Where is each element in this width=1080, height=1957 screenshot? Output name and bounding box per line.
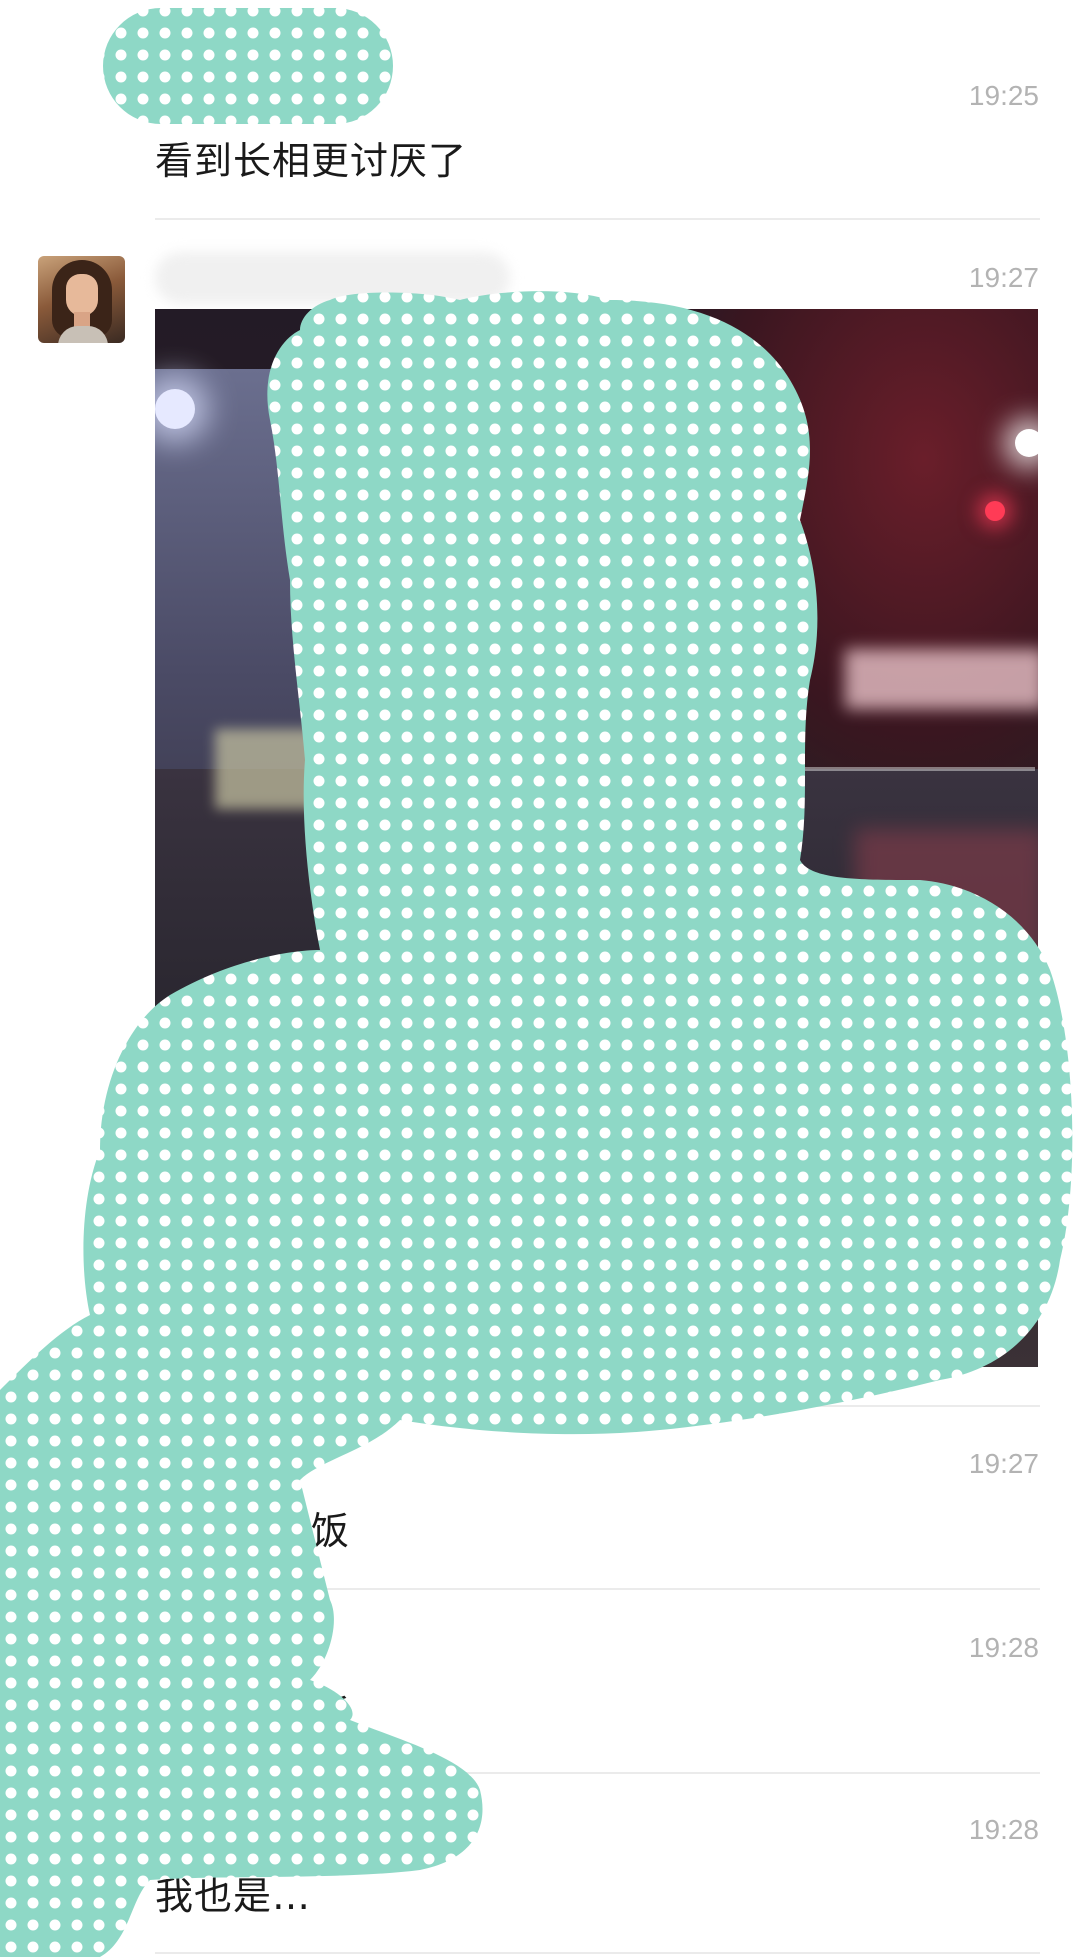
shared-photo[interactable]	[155, 309, 1038, 1367]
message-divider	[155, 1405, 1040, 1407]
message-divider	[155, 1588, 1040, 1590]
photo-lamp	[1015, 429, 1038, 457]
photo-bushes	[855, 829, 1038, 969]
photo-sky	[658, 309, 1038, 809]
message-timestamp: 19:27	[968, 1448, 1039, 1479]
redaction-name-top	[103, 8, 393, 124]
chat-history-page: 19:25 看到长相更讨厌了 19:27 19:27 我正在吃饭 19:28 我…	[0, 0, 1080, 1957]
message-text: 我正在吃饭	[155, 1692, 351, 1736]
message-timestamp: 19:28	[968, 1814, 1039, 1845]
message-timestamp: 19:25	[968, 80, 1039, 111]
contact-avatar[interactable]	[38, 256, 125, 343]
message-timestamp: 19:28	[968, 1632, 1039, 1663]
message-text: 看到长相更讨厌了	[155, 139, 468, 183]
message-text: 我也是…	[155, 1874, 312, 1918]
message-divider	[155, 1772, 1040, 1774]
message-divider	[155, 1952, 1040, 1954]
message-timestamp: 19:27	[968, 262, 1039, 293]
message-divider	[155, 218, 1040, 220]
photo-traffic-light	[985, 501, 1005, 521]
photo-street-light	[155, 389, 195, 429]
photo-shop-left	[215, 729, 355, 809]
photo-shop-right	[845, 649, 1038, 709]
photo-road-marking	[795, 767, 1035, 771]
blurred-sender-name	[155, 252, 510, 304]
avatar-face	[66, 274, 98, 316]
message-text: 我正在吃饭	[155, 1509, 351, 1553]
